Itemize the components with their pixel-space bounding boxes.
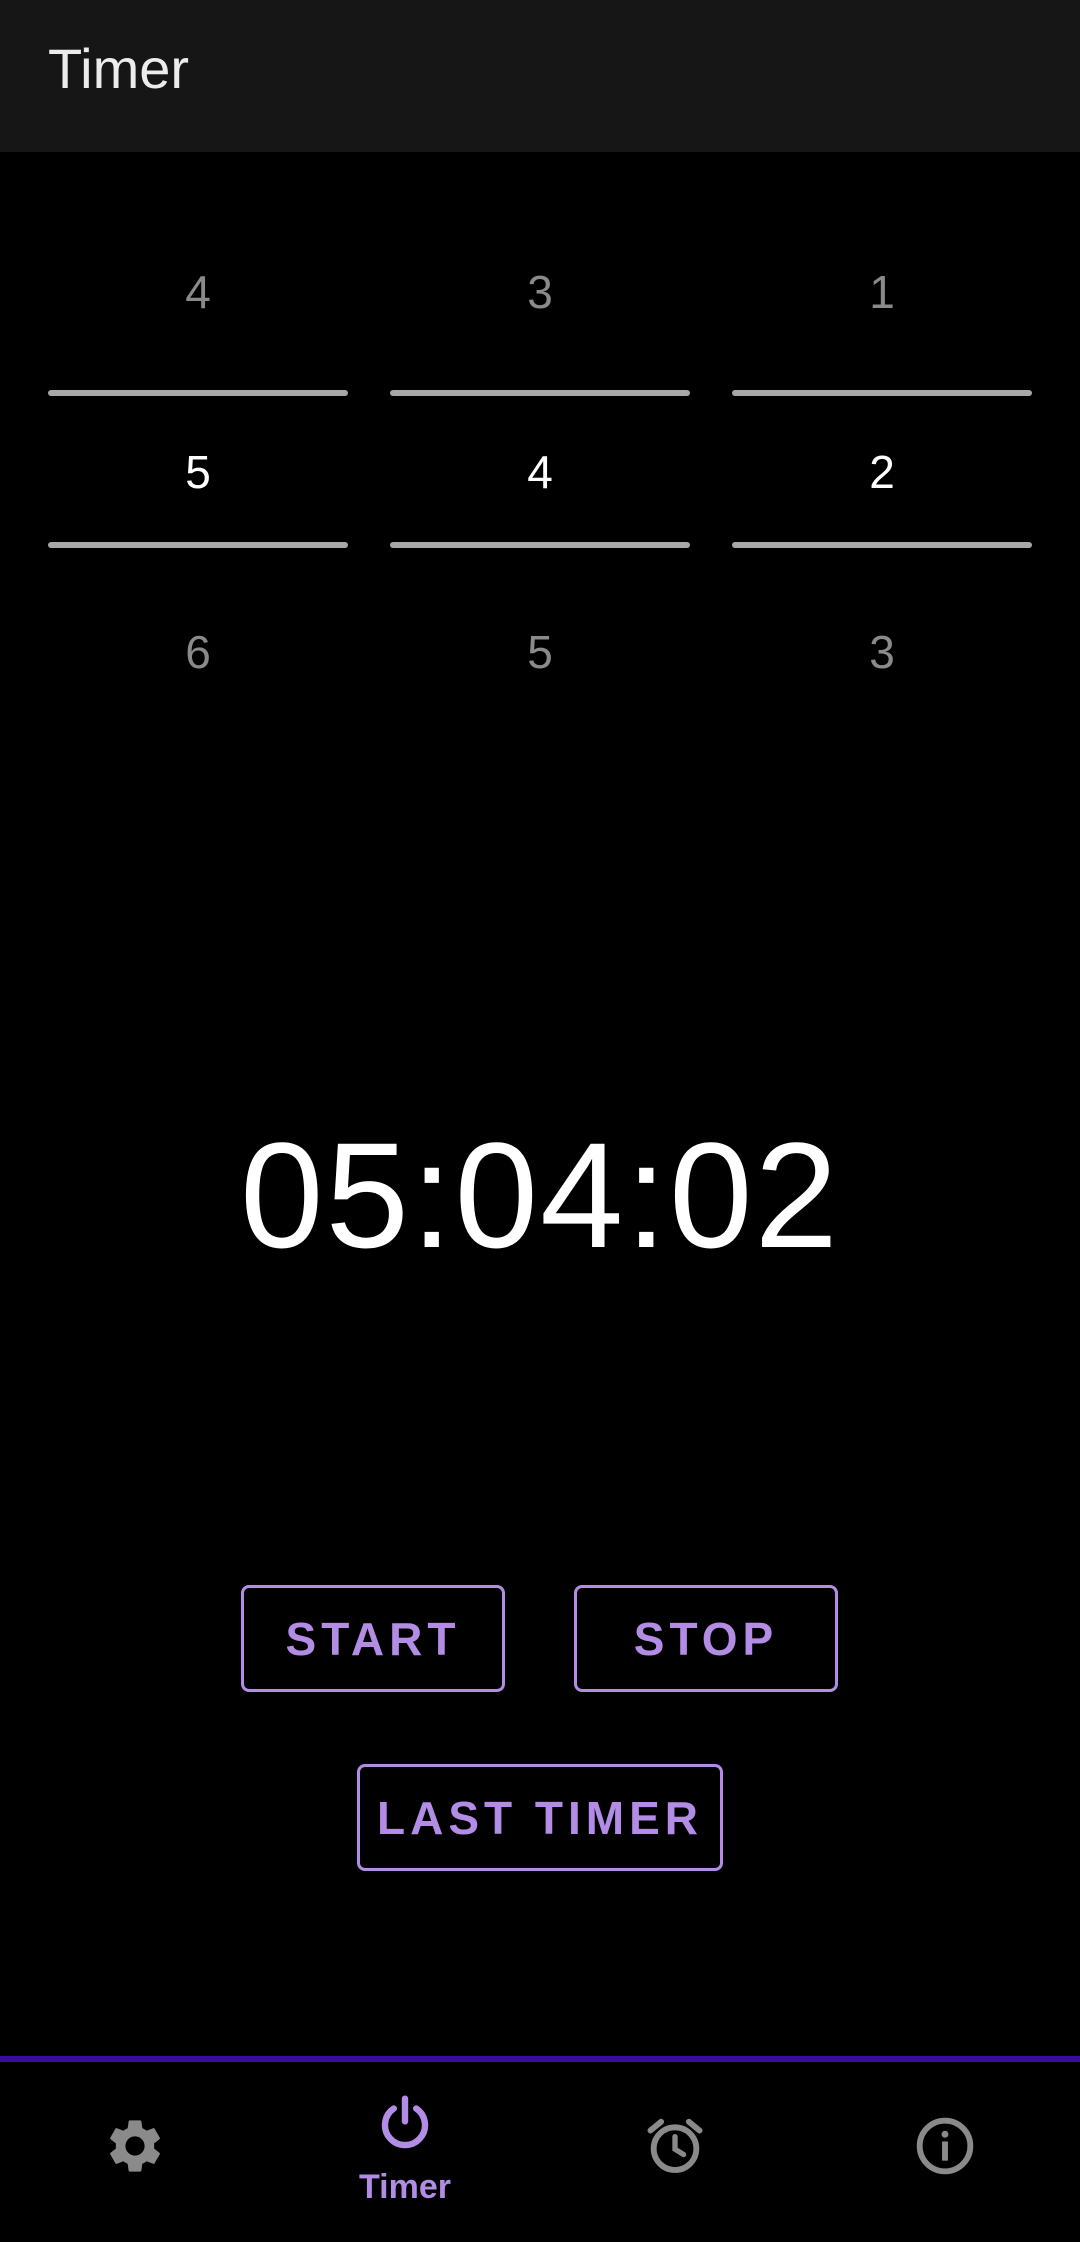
picker-divider (390, 542, 690, 548)
hours-next-value[interactable]: 6 (48, 622, 348, 682)
seconds-picker[interactable]: 1 2 3 (732, 230, 1032, 680)
nav-timer-label: Timer (359, 2168, 451, 2206)
picker-divider (48, 542, 348, 548)
seconds-prev-value[interactable]: 1 (732, 262, 1032, 322)
app-title: Timer (48, 37, 190, 100)
minutes-selected-value[interactable]: 4 (390, 442, 690, 502)
power-icon (381, 2095, 429, 2149)
nav-alarm[interactable] (540, 2062, 810, 2242)
minutes-picker[interactable]: 3 4 5 (390, 230, 690, 680)
nav-settings[interactable] (0, 2062, 270, 2242)
seconds-next-value[interactable]: 3 (732, 622, 1032, 682)
seconds-selected-value[interactable]: 2 (732, 442, 1032, 502)
picker-divider (48, 390, 348, 396)
picker-divider (732, 390, 1032, 396)
minutes-next-value[interactable]: 5 (390, 622, 690, 682)
info-icon (916, 2117, 974, 2175)
hours-picker[interactable]: 4 5 6 (48, 230, 348, 680)
gear-icon (110, 2120, 160, 2172)
minutes-prev-value[interactable]: 3 (390, 262, 690, 322)
nav-timer[interactable]: Timer (270, 2062, 540, 2242)
start-button[interactable]: START (241, 1585, 505, 1692)
app-bar: Timer (0, 0, 1080, 152)
bottom-navigation: Timer (0, 2062, 1080, 2242)
alarm-clock-icon (647, 2118, 703, 2173)
hours-selected-value[interactable]: 5 (48, 442, 348, 502)
stop-button[interactable]: STOP (574, 1585, 838, 1692)
picker-divider (732, 542, 1032, 548)
nav-info[interactable] (810, 2062, 1080, 2242)
last-timer-button[interactable]: LAST TIMER (357, 1764, 723, 1871)
hours-prev-value[interactable]: 4 (48, 262, 348, 322)
picker-divider (390, 390, 690, 396)
countdown-display: 05:04:02 (240, 1111, 840, 1279)
